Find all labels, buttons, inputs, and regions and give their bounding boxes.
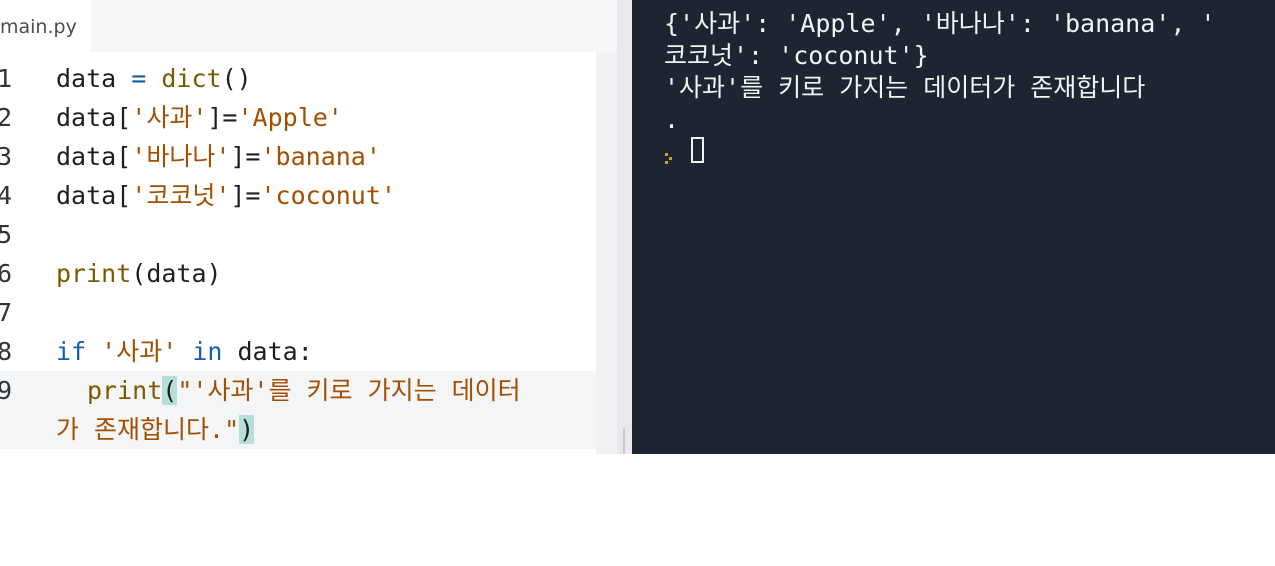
code-line[interactable]: 1 data = dict() (0, 59, 596, 98)
prompt-chevron-icon (664, 144, 678, 164)
code-text: data['코코넛']='coconut' (56, 181, 396, 210)
code-text: data['바나나']='banana' (56, 142, 381, 171)
code-editor[interactable]: main.py 1 data = dict() 2 data['사과']='Ap… (0, 0, 617, 454)
code-line-active[interactable]: 9 print("'사과'를 키로 가지는 데이터 가 존재합니다.") (0, 371, 596, 449)
code-text: print(data) (56, 259, 222, 288)
console-output-line: '사과'를 키로 가지는 데이터가 존재합니다 (664, 73, 1146, 102)
pane-divider[interactable] (617, 0, 632, 454)
line-number: 6 (0, 259, 13, 288)
file-tab-main-py[interactable]: main.py (0, 0, 91, 52)
code-line[interactable]: 7 (0, 293, 596, 332)
line-number: 3 (0, 142, 13, 171)
code-line[interactable]: 4 data['코코넛']='coconut' (0, 176, 596, 215)
code-text-wrapped: 가 존재합니다.") (56, 415, 255, 444)
line-number: 4 (0, 181, 13, 210)
line-number: 7 (0, 298, 13, 327)
console-input-cursor[interactable] (691, 137, 704, 163)
code-text: print("'사과'를 키로 가지는 데이터 (87, 376, 521, 405)
console-output-line: . (664, 105, 680, 134)
code-text: data = dict() (56, 64, 252, 93)
line-number: 8 (0, 337, 13, 366)
code-text: data['사과']='Apple' (56, 103, 343, 132)
code-line[interactable]: 3 data['바나나']='banana' (0, 137, 596, 176)
code-line[interactable]: 8 if '사과' in data: (0, 332, 596, 395)
line-number: 1 (0, 64, 13, 93)
line-number: 9 (0, 376, 13, 405)
editor-scrollbar[interactable] (596, 52, 617, 454)
code-line[interactable]: 5 (0, 215, 596, 254)
code-text: if '사과' in data: (56, 337, 313, 366)
code-area[interactable]: 1 data = dict() 2 data['사과']='Apple' 3 d… (0, 52, 596, 454)
console-output-line: 코코넛': 'coconut'} (664, 41, 929, 70)
code-line[interactable]: 2 data['사과']='Apple' (0, 98, 596, 137)
resize-handle[interactable] (623, 428, 625, 454)
line-number: 5 (0, 220, 13, 249)
console-output-line: {'사과': 'Apple', '바나나': 'banana', ' (664, 9, 1216, 38)
editor-tab-bar: main.py (0, 0, 617, 53)
line-number: 2 (0, 103, 13, 132)
code-line[interactable]: 6 print(data) (0, 254, 596, 293)
console-pane[interactable]: {'사과': 'Apple', '바나나': 'banana', ' 코코넛':… (632, 0, 1275, 454)
